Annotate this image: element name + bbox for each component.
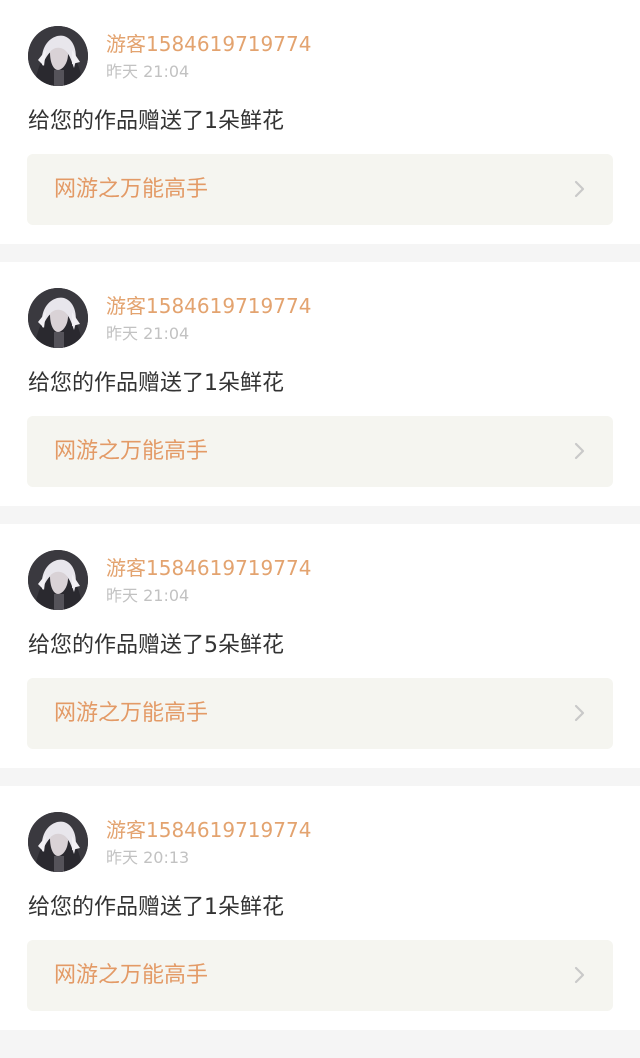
- chevron-right-icon: [574, 704, 585, 722]
- gift-notification-feed: 游客1584619719774 昨天 21:04 给您的作品赠送了1朵鲜花 网游…: [0, 0, 640, 1030]
- work-title: 网游之万能高手: [54, 439, 209, 464]
- username[interactable]: 游客1584619719774: [106, 294, 311, 318]
- avatar[interactable]: [28, 26, 88, 86]
- notification-card: 游客1584619719774 昨天 21:04 给您的作品赠送了1朵鲜花 网游…: [0, 0, 640, 244]
- gift-message: 给您的作品赠送了1朵鲜花: [28, 895, 284, 920]
- gift-message: 给您的作品赠送了1朵鲜花: [28, 371, 284, 396]
- avatar-image: [28, 26, 88, 86]
- avatar-image: [28, 550, 88, 610]
- username[interactable]: 游客1584619719774: [106, 818, 311, 842]
- gift-message: 给您的作品赠送了1朵鲜花: [28, 109, 284, 134]
- avatar[interactable]: [28, 550, 88, 610]
- work-link[interactable]: 网游之万能高手: [27, 678, 613, 749]
- username[interactable]: 游客1584619719774: [106, 556, 311, 580]
- gift-message: 给您的作品赠送了5朵鲜花: [28, 633, 284, 658]
- work-link[interactable]: 网游之万能高手: [27, 416, 613, 487]
- username[interactable]: 游客1584619719774: [106, 32, 311, 56]
- work-title: 网游之万能高手: [54, 177, 209, 202]
- avatar[interactable]: [28, 812, 88, 872]
- notification-card: 游客1584619719774 昨天 21:04 给您的作品赠送了5朵鲜花 网游…: [0, 524, 640, 768]
- notification-card: 游客1584619719774 昨天 20:13 给您的作品赠送了1朵鲜花 网游…: [0, 786, 640, 1030]
- chevron-right-icon: [574, 180, 585, 198]
- timestamp: 昨天 21:04: [106, 586, 190, 605]
- timestamp: 昨天 20:13: [106, 848, 190, 867]
- avatar[interactable]: [28, 288, 88, 348]
- avatar-image: [28, 288, 88, 348]
- work-link[interactable]: 网游之万能高手: [27, 940, 613, 1011]
- timestamp: 昨天 21:04: [106, 324, 190, 343]
- timestamp: 昨天 21:04: [106, 62, 190, 81]
- notification-card: 游客1584619719774 昨天 21:04 给您的作品赠送了1朵鲜花 网游…: [0, 262, 640, 506]
- chevron-right-icon: [574, 442, 585, 460]
- work-link[interactable]: 网游之万能高手: [27, 154, 613, 225]
- work-title: 网游之万能高手: [54, 963, 209, 988]
- avatar-image: [28, 812, 88, 872]
- work-title: 网游之万能高手: [54, 701, 209, 726]
- chevron-right-icon: [574, 966, 585, 984]
